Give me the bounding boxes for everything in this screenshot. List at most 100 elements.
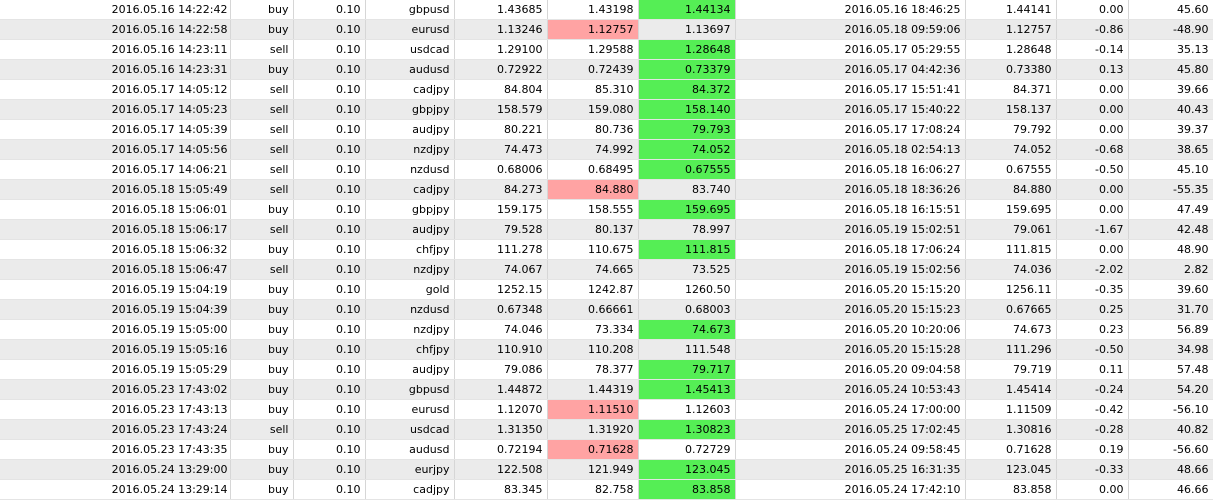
lots-cell: 0.10 [293,259,366,280]
swap-cell: -0.33 [1056,459,1129,480]
open-time-cell: 2016.05.16 14:23:31 [0,59,231,80]
stop-loss-cell: 73.334 [547,319,639,340]
table-row[interactable]: 2016.05.19 15:05:00 buy 0.10 nzdjpy 74.046 73… [0,319,1213,340]
table-row[interactable]: 2016.05.17 14:05:23 sell 0.10 gbpjpy 158.579… [0,99,1213,120]
table-row[interactable]: 2016.05.16 14:23:11 sell 0.10 usdcad 1.29100… [0,39,1213,60]
table-row[interactable]: 2016.05.17 14:05:56 sell 0.10 nzdjpy 74.473 7… [0,139,1213,160]
swap-cell: 0.00 [1056,199,1129,220]
table-row[interactable]: 2016.05.17 14:05:39 sell 0.10 audjpy 80.221 8… [0,119,1213,140]
close-price-cell: 0.67555 [965,159,1057,180]
stop-loss-cell: 158.555 [547,199,639,220]
stop-loss-cell: 1.11510 [547,399,639,420]
swap-cell: -0.68 [1056,139,1129,160]
table-row[interactable]: 2016.05.19 15:05:29 buy 0.10 audjpy 79.086 78… [0,359,1213,380]
close-time-cell: 2016.05.20 09:04:58 [735,359,966,380]
table-row[interactable]: 2016.05.24 13:29:14 buy 0.10 cadjpy 83.345 82… [0,479,1213,500]
open-time-cell: 2016.05.19 15:04:19 [0,279,231,300]
lots-cell: 0.10 [293,159,366,180]
open-time-cell: 2016.05.17 14:05:12 [0,79,231,100]
profit-cell: 48.66 [1128,459,1213,480]
open-price-cell: 0.68006 [454,159,548,180]
take-profit-cell: 0.72729 [638,439,736,460]
table-row[interactable]: 2016.05.18 15:06:47 sell 0.10 nzdjpy 74.067 7… [0,259,1213,280]
open-price-cell: 79.086 [454,359,548,380]
take-profit-cell: 1.30823 [638,419,736,440]
table-row[interactable]: 2016.05.18 15:06:01 buy 0.10 gbpjpy 159.175 1… [0,199,1213,220]
lots-cell: 0.10 [293,119,366,140]
lots-cell: 0.10 [293,439,366,460]
swap-cell: 0.00 [1056,79,1129,100]
profit-cell: 48.90 [1128,239,1213,260]
swap-cell: -0.50 [1056,339,1129,360]
lots-cell: 0.10 [293,379,366,400]
symbol-cell: chfjpy [365,339,455,360]
table-row[interactable]: 2016.05.16 14:22:58 buy 0.10 eurusd 1.13246 1… [0,19,1213,40]
table-row[interactable]: 2016.05.23 17:43:13 buy 0.10 eurusd 1.12070 1… [0,399,1213,420]
symbol-cell: cadjpy [365,79,455,100]
type-cell: sell [230,159,294,180]
table-row[interactable]: 2016.05.17 14:05:12 sell 0.10 cadjpy 84.804 8… [0,79,1213,100]
swap-cell: -0.14 [1056,39,1129,60]
symbol-cell: audusd [365,59,455,80]
table-row[interactable]: 2016.05.23 17:43:24 sell 0.10 usdcad 1.31350… [0,419,1213,440]
table-row[interactable]: 2016.05.18 15:06:32 buy 0.10 chfjpy 111.278 1… [0,239,1213,260]
table-row[interactable]: 2016.05.19 15:04:39 buy 0.10 nzdusd 0.67348 0… [0,299,1213,320]
table-row[interactable]: 2016.05.17 14:06:21 sell 0.10 nzdusd 0.68006… [0,159,1213,180]
table-row[interactable]: 2016.05.23 17:43:02 buy 0.10 gbpusd 1.44872 1… [0,379,1213,400]
open-time-cell: 2016.05.23 17:43:02 [0,379,231,400]
profit-cell: 39.66 [1128,79,1213,100]
type-cell: sell [230,179,294,200]
open-price-cell: 1.12070 [454,399,548,420]
open-price-cell: 111.278 [454,239,548,260]
open-price-cell: 84.273 [454,179,548,200]
symbol-cell: audjpy [365,119,455,140]
table-row[interactable]: 2016.05.19 15:04:19 buy 0.10 gold 1252.15 124… [0,279,1213,300]
open-time-cell: 2016.05.18 15:06:17 [0,219,231,240]
take-profit-cell: 73.525 [638,259,736,280]
swap-cell: 0.00 [1056,479,1129,500]
take-profit-cell: 1.44134 [638,0,736,20]
open-time-cell: 2016.05.24 13:29:14 [0,479,231,500]
type-cell: buy [230,19,294,40]
trade-rows: 2016.05.16 14:22:42 buy 0.10 gbpusd 1.43685 1… [0,0,1213,500]
symbol-cell: audusd [365,439,455,460]
open-time-cell: 2016.05.17 14:05:39 [0,119,231,140]
take-profit-cell: 83.740 [638,179,736,200]
swap-cell: 0.19 [1056,439,1129,460]
type-cell: buy [230,339,294,360]
type-cell: buy [230,439,294,460]
open-price-cell: 159.175 [454,199,548,220]
symbol-cell: eurjpy [365,459,455,480]
stop-loss-cell: 1242.87 [547,279,639,300]
symbol-cell: cadjpy [365,479,455,500]
profit-cell: -55.35 [1128,179,1213,200]
table-row[interactable]: 2016.05.23 17:43:35 buy 0.10 audusd 0.72194 0… [0,439,1213,460]
table-row[interactable]: 2016.05.19 15:05:16 buy 0.10 chfjpy 110.910 1… [0,339,1213,360]
table-row[interactable]: 2016.05.16 14:23:31 buy 0.10 audusd 0.72922 0… [0,59,1213,80]
stop-loss-cell: 80.736 [547,119,639,140]
open-time-cell: 2016.05.17 14:05:56 [0,139,231,160]
profit-cell: -48.90 [1128,19,1213,40]
table-row[interactable]: 2016.05.16 14:22:42 buy 0.10 gbpusd 1.43685 1… [0,0,1213,20]
take-profit-cell: 1.28648 [638,39,736,60]
close-price-cell: 79.061 [965,219,1057,240]
table-row[interactable]: 2016.05.24 13:29:00 buy 0.10 eurjpy 122.508 1… [0,459,1213,480]
lots-cell: 0.10 [293,359,366,380]
profit-cell: 38.65 [1128,139,1213,160]
take-profit-cell: 74.673 [638,319,736,340]
stop-loss-cell: 85.310 [547,79,639,100]
table-row[interactable]: 2016.05.18 15:06:17 sell 0.10 audjpy 79.528 8… [0,219,1213,240]
lots-cell: 0.10 [293,99,366,120]
table-row[interactable]: 2016.05.18 15:05:49 sell 0.10 cadjpy 84.273 8… [0,179,1213,200]
close-price-cell: 84.880 [965,179,1057,200]
stop-loss-cell: 84.880 [547,179,639,200]
close-price-cell: 1.45414 [965,379,1057,400]
close-price-cell: 159.695 [965,199,1057,220]
take-profit-cell: 158.140 [638,99,736,120]
profit-cell: 56.89 [1128,319,1213,340]
lots-cell: 0.10 [293,79,366,100]
open-time-cell: 2016.05.17 14:06:21 [0,159,231,180]
stop-loss-cell: 0.68495 [547,159,639,180]
close-time-cell: 2016.05.19 15:02:56 [735,259,966,280]
close-time-cell: 2016.05.18 16:15:51 [735,199,966,220]
